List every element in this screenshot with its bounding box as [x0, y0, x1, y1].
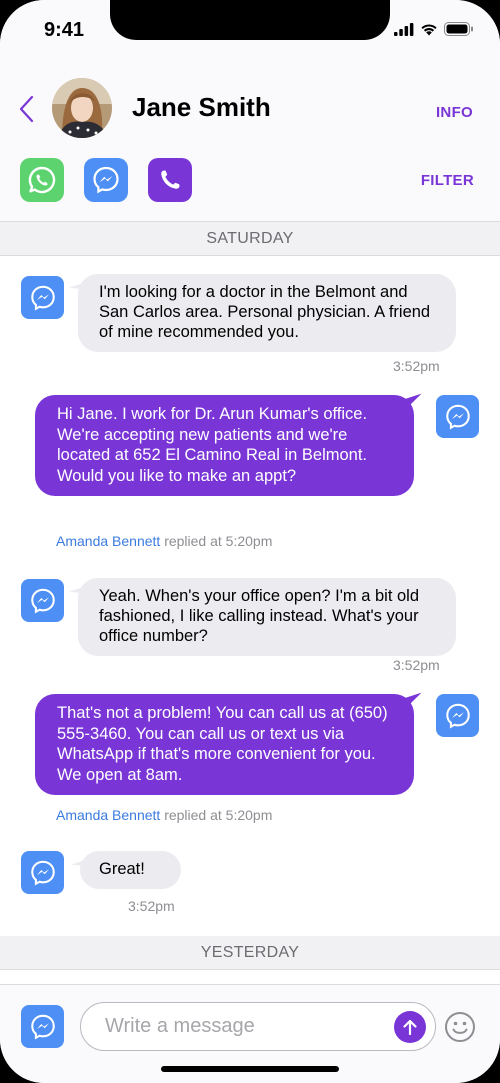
info-button[interactable]: INFO	[436, 104, 473, 121]
arrow-up-icon	[403, 1019, 417, 1036]
messenger-icon	[30, 285, 55, 310]
status-icons	[394, 22, 474, 36]
replied-time: replied at 5:20pm	[164, 533, 273, 549]
whatsapp-icon	[28, 166, 56, 194]
replied-by-label: Amanda Bennett replied at 5:20pm	[56, 533, 272, 549]
messenger-icon	[93, 166, 119, 194]
messenger-icon	[30, 860, 55, 885]
replier-name[interactable]: Amanda Bennett	[56, 533, 160, 549]
messenger-icon	[30, 588, 55, 613]
home-indicator[interactable]	[161, 1066, 339, 1072]
replier-name[interactable]: Amanda Bennett	[56, 807, 160, 823]
phone-icon	[161, 170, 180, 189]
message-timestamp: 3:52pm	[393, 657, 440, 673]
cellular-signal-icon	[394, 22, 414, 36]
status-time: 9:41	[44, 19, 85, 41]
filter-button[interactable]: FILTER	[421, 172, 474, 189]
outgoing-message-bubble[interactable]: That's not a problem! You can call us at…	[35, 694, 414, 795]
messenger-channel-badge	[21, 276, 64, 319]
back-chevron-icon[interactable]	[16, 94, 38, 124]
messenger-icon	[30, 1014, 55, 1039]
contact-avatar[interactable]	[52, 78, 112, 138]
incoming-message-bubble[interactable]: Great!	[80, 851, 181, 889]
replied-by-label: Amanda Bennett replied at 5:20pm	[56, 807, 272, 823]
day-separator-saturday: SATURDAY	[0, 222, 500, 256]
device-notch	[110, 0, 390, 40]
messenger-channel-badge	[21, 579, 64, 622]
battery-icon	[444, 22, 473, 36]
message-timestamp: 3:52pm	[128, 898, 175, 914]
outgoing-message-bubble[interactable]: Hi Jane. I work for Dr. Arun Kumar's off…	[35, 395, 414, 496]
phone-screen: 9:41 Jane Smith INFO FILTER SATURDAY I'm…	[0, 0, 500, 1083]
message-input[interactable]	[80, 1002, 436, 1051]
send-button[interactable]	[394, 1011, 426, 1043]
wifi-icon	[421, 23, 437, 35]
avatar-photo	[52, 78, 112, 138]
day-separator-yesterday: YESTERDAY	[0, 936, 500, 970]
contact-name: Jane Smith	[132, 92, 271, 122]
whatsapp-channel-button[interactable]	[20, 158, 64, 202]
messenger-icon	[445, 404, 470, 429]
incoming-message-bubble[interactable]: I'm looking for a doctor in the Belmont …	[78, 274, 456, 352]
messenger-channel-badge	[436, 395, 479, 438]
incoming-message-bubble[interactable]: Yeah. When's your office open? I'm a bit…	[78, 578, 456, 656]
replied-time: replied at 5:20pm	[164, 807, 273, 823]
messenger-channel-badge	[436, 694, 479, 737]
messenger-channel-button[interactable]	[84, 158, 128, 202]
emoji-icon[interactable]	[444, 1011, 476, 1043]
messenger-channel-badge	[21, 851, 64, 894]
conversation-header: Jane Smith INFO FILTER	[0, 58, 500, 222]
message-timestamp: 3:52pm	[393, 358, 440, 374]
messenger-icon	[445, 703, 470, 728]
phone-channel-button[interactable]	[148, 158, 192, 202]
channel-selector-button[interactable]	[21, 1005, 64, 1048]
